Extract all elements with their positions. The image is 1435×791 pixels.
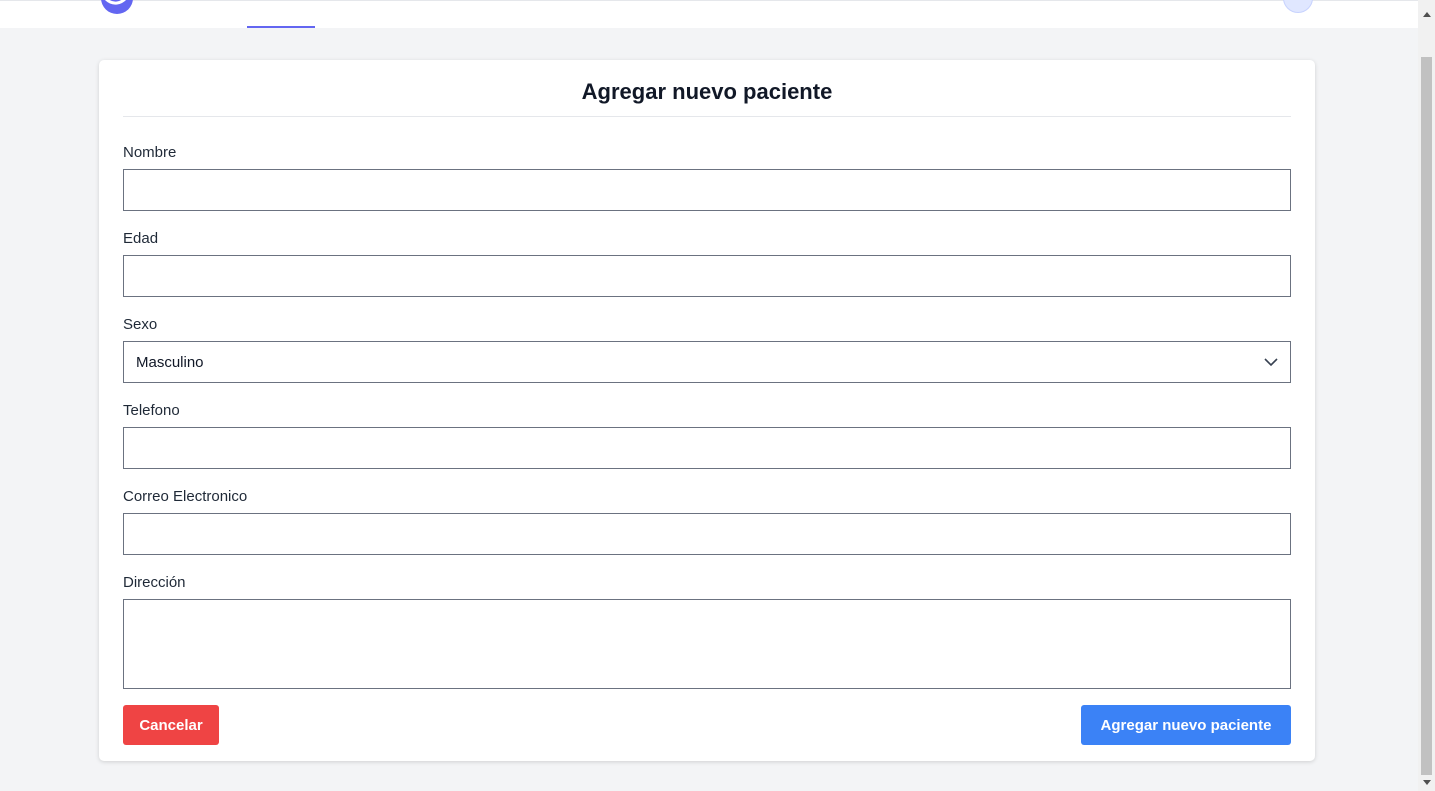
scroll-down-icon[interactable] — [1418, 777, 1435, 789]
sex-selected-value: Masculino — [136, 353, 204, 371]
sex-select[interactable]: Masculino — [123, 341, 1291, 383]
form-title: Agregar nuevo paciente — [123, 78, 1291, 117]
scroll-up-icon[interactable] — [1418, 8, 1435, 20]
name-label: Nombre — [123, 144, 177, 161]
email-input[interactable] — [123, 513, 1291, 555]
active-nav-indicator — [247, 26, 315, 28]
name-input[interactable] — [123, 169, 1291, 211]
address-label: Dirección — [123, 574, 186, 591]
age-input[interactable] — [123, 255, 1291, 297]
age-label: Edad — [123, 230, 159, 247]
cancel-button[interactable]: Cancelar — [123, 705, 219, 745]
new-patient-form: Agregar nuevo paciente Nombre Edad Sexo … — [99, 60, 1315, 761]
add-patient-button[interactable]: Agregar nuevo paciente — [1081, 705, 1291, 745]
scrollbar-thumb[interactable] — [1421, 57, 1432, 775]
chevron-down-icon — [1264, 357, 1278, 366]
address-textarea[interactable] — [123, 599, 1291, 689]
app-logo-icon[interactable] — [100, 0, 134, 15]
user-avatar[interactable] — [1283, 0, 1313, 13]
page-scrollbar[interactable] — [1418, 0, 1435, 791]
top-navigation-bar — [0, 0, 1418, 28]
phone-label: Telefono — [123, 402, 180, 419]
phone-input[interactable] — [123, 427, 1291, 469]
email-label: Correo Electronico — [123, 488, 248, 505]
sex-label: Sexo — [123, 316, 158, 333]
